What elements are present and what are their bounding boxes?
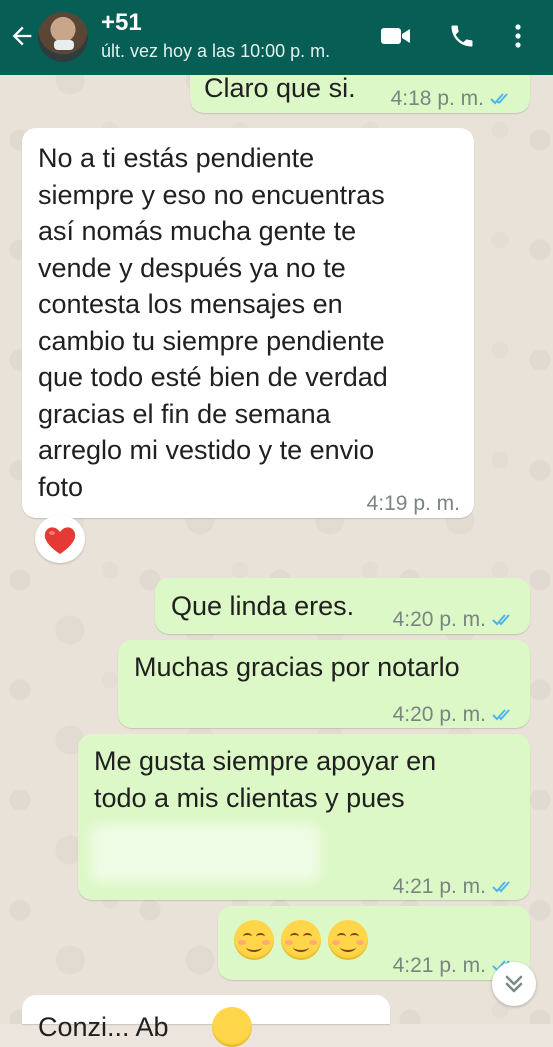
message-text: Que linda eres.: [171, 591, 355, 621]
outgoing-message[interactable]: Que linda eres. 4:20 p. m.: [155, 578, 530, 634]
message-meta: 4:18 p. m.: [391, 81, 514, 118]
smiling-face-icon: [234, 920, 274, 960]
emoji-row: [234, 920, 375, 960]
incoming-message[interactable]: No a ti estás pendiente siempre y eso no…: [22, 128, 474, 518]
outgoing-message[interactable]: 4:21 p. m.: [218, 906, 530, 980]
message-meta: 4:20 p. m.: [393, 602, 516, 639]
message-time: 4:19 p. m.: [366, 492, 460, 515]
message-meta: 4:20 p. m.: [393, 697, 516, 734]
read-receipt-icon: [490, 93, 508, 105]
message-text: Me gusta siempre apoyar en todo a mis cl…: [94, 746, 437, 813]
message-meta: 4:21 p. m.: [393, 869, 516, 906]
blurred-text: [90, 824, 320, 882]
read-receipt-icon: [492, 709, 510, 721]
message-text: Conzi... Ab: [38, 1012, 169, 1042]
more-options-icon[interactable]: [512, 22, 524, 50]
message-meta: 4:19 p. m.: [367, 486, 460, 523]
red-heart-icon: [44, 527, 76, 554]
message-time: 4:20 p. m.: [392, 703, 486, 726]
message-text: Claro que si.: [204, 73, 356, 103]
smiling-face-icon: [212, 1007, 252, 1047]
video-call-icon[interactable]: [380, 22, 412, 50]
last-seen-status: últ. vez hoy a las 10:00 p. m.: [101, 41, 331, 61]
message-time: 4:20 p. m.: [392, 608, 486, 631]
read-receipt-icon: [492, 881, 510, 893]
message-text: Muchas gracias por notarlo: [134, 652, 460, 682]
avatar[interactable]: [38, 12, 88, 62]
chat-header: +51 últ. vez hoy a las 10:00 p. m.: [0, 0, 553, 75]
smiling-face-icon: [281, 920, 321, 960]
read-receipt-icon: [492, 614, 510, 626]
message-time: 4:21 p. m.: [392, 875, 486, 898]
smiling-face-icon: [328, 920, 368, 960]
contact-name[interactable]: +51: [101, 9, 142, 37]
phone-call-icon[interactable]: [448, 22, 476, 50]
scroll-to-bottom-button[interactable]: [492, 962, 536, 1006]
message-time: 4:21 p. m.: [392, 954, 486, 977]
back-arrow-icon[interactable]: [8, 22, 36, 50]
message-time: 4:18 p. m.: [390, 87, 484, 110]
incoming-message[interactable]: Conzi... Ab: [22, 995, 390, 1047]
chevron-double-down-icon: [505, 975, 523, 993]
message-text: No a ti estás pendiente siempre y eso no…: [38, 143, 388, 502]
message-reaction[interactable]: [35, 515, 85, 563]
outgoing-message[interactable]: Muchas gracias por notarlo 4:20 p. m.: [118, 640, 530, 728]
outgoing-message[interactable]: Me gusta siempre apoyar en todo a mis cl…: [78, 734, 530, 900]
